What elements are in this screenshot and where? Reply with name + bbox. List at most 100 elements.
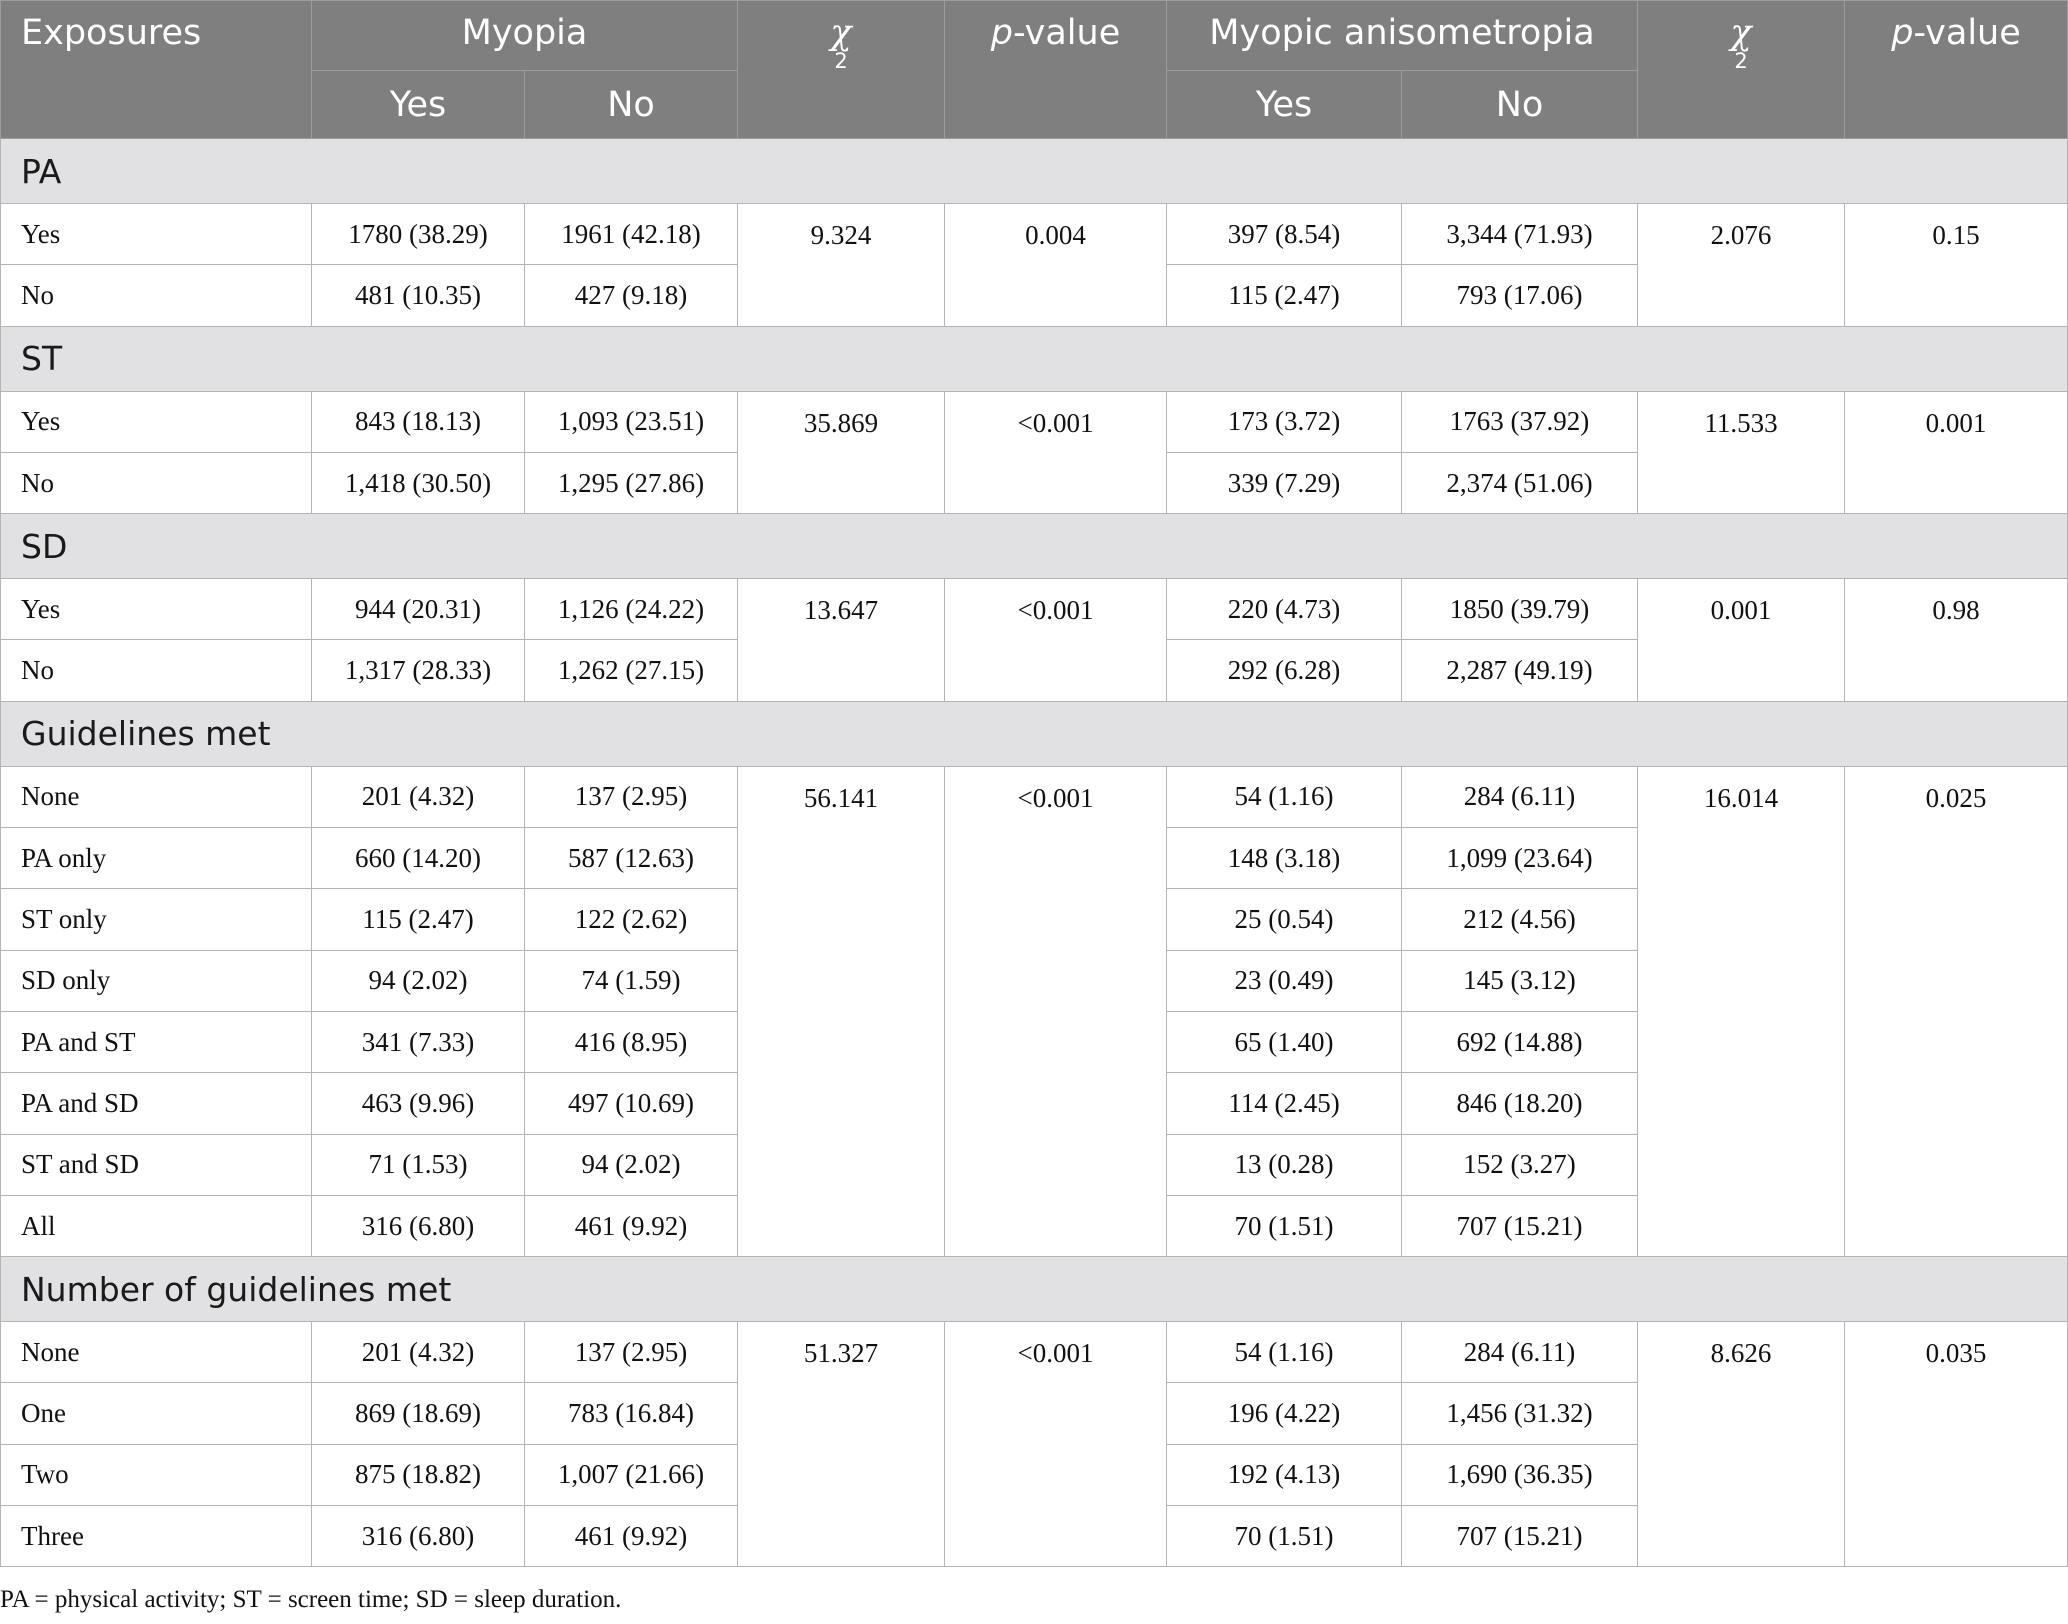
cell-myopia-no: 497 (10.69) xyxy=(524,1072,738,1135)
row-label: ST and SD xyxy=(0,1133,312,1196)
cell-myopia-no: 74 (1.59) xyxy=(524,949,738,1012)
cell-p-value-anisometropia: 0.001 xyxy=(1844,390,2068,515)
cell-chi-square-myopia: 56.141 xyxy=(737,765,945,1258)
cell-anisometropia-no: 152 (3.27) xyxy=(1400,1133,1639,1196)
cell-p-value-anisometropia: 0.035 xyxy=(1844,1321,2068,1568)
cell-myopia-yes: 1,317 (28.33) xyxy=(311,639,525,702)
cell-myopia-yes: 201 (4.32) xyxy=(311,765,525,829)
cell-anisometropia-yes: 25 (0.54) xyxy=(1166,888,1402,951)
cell-anisometropia-yes: 192 (4.13) xyxy=(1166,1443,1402,1507)
header-myopia-yes: Yes xyxy=(311,70,525,139)
cell-p-value-myopia: <0.001 xyxy=(944,1321,1167,1568)
cell-myopia-yes: 71 (1.53) xyxy=(311,1133,525,1196)
cell-myopia-no: 137 (2.95) xyxy=(524,765,738,829)
cell-p-value-anisometropia: 0.15 xyxy=(1844,203,2068,327)
row-label: All xyxy=(0,1194,312,1258)
row-label: Two xyxy=(0,1443,312,1507)
row-label: Yes xyxy=(0,390,312,453)
cell-myopia-no: 1,295 (27.86) xyxy=(524,451,738,515)
cell-anisometropia-no: 284 (6.11) xyxy=(1400,765,1639,829)
cell-anisometropia-yes: 23 (0.49) xyxy=(1166,949,1402,1012)
cell-myopia-no: 94 (2.02) xyxy=(524,1133,738,1196)
row-label: None xyxy=(0,765,312,829)
cell-p-value-myopia: <0.001 xyxy=(944,578,1167,702)
cell-anisometropia-yes: 70 (1.51) xyxy=(1166,1505,1402,1568)
cell-myopia-yes: 201 (4.32) xyxy=(311,1321,525,1384)
section-header-row: PA xyxy=(0,138,2068,204)
cell-p-value-anisometropia: 0.98 xyxy=(1844,578,2068,702)
cell-anisometropia-yes: 220 (4.73) xyxy=(1166,578,1402,641)
cell-anisometropia-yes: 54 (1.16) xyxy=(1166,765,1402,829)
header-chi-square-anisometropia: χ2 xyxy=(1637,0,1846,139)
cell-chi-square-myopia: 35.869 xyxy=(737,390,945,515)
section-title: Number of guidelines met xyxy=(0,1256,2068,1323)
cell-chi-square-myopia: 9.324 xyxy=(737,203,945,327)
cell-myopia-yes: 1,418 (30.50) xyxy=(311,451,525,515)
cell-anisometropia-yes: 13 (0.28) xyxy=(1166,1133,1402,1196)
cell-anisometropia-no: 2,287 (49.19) xyxy=(1400,639,1639,702)
header-p-value-myopia: p-value xyxy=(944,0,1167,139)
cell-myopia-no: 122 (2.62) xyxy=(524,888,738,951)
cell-myopia-yes: 316 (6.80) xyxy=(311,1505,525,1568)
row-label: No xyxy=(0,264,312,327)
cell-myopia-no: 461 (9.92) xyxy=(524,1194,738,1258)
cell-myopia-no: 416 (8.95) xyxy=(524,1010,738,1074)
cell-myopia-no: 137 (2.95) xyxy=(524,1321,738,1384)
section-title: SD xyxy=(0,513,2068,580)
cell-myopia-no: 427 (9.18) xyxy=(524,264,738,327)
header-p-value-anisometropia: p-value xyxy=(1844,0,2068,139)
table-row: None 201 (4.32) 137 (2.95) 51.327 <0.001 54 (… xyxy=(0,1321,2068,1568)
section-header-row: SD xyxy=(0,513,2068,580)
table-row: Yes 944 (20.31) 1,126 (24.22) 13.647 <0.001 2… xyxy=(0,578,2068,702)
cell-anisometropia-no: 2,374 (51.06) xyxy=(1400,451,1639,515)
cell-chi-square-anisometropia: 11.533 xyxy=(1637,390,1846,515)
cell-myopia-yes: 115 (2.47) xyxy=(311,888,525,951)
section-title: ST xyxy=(0,325,2068,392)
cell-anisometropia-yes: 339 (7.29) xyxy=(1166,451,1402,515)
row-label: SD only xyxy=(0,949,312,1012)
row-label: Yes xyxy=(0,202,312,266)
cell-anisometropia-yes: 397 (8.54) xyxy=(1166,202,1402,266)
cell-p-value-myopia: <0.001 xyxy=(944,765,1167,1258)
header-myopia-no: No xyxy=(524,70,738,139)
row-label: One xyxy=(0,1382,312,1445)
cell-anisometropia-no: 1850 (39.79) xyxy=(1400,578,1639,641)
cell-p-value-myopia: 0.004 xyxy=(944,203,1167,327)
cell-anisometropia-no: 1,690 (36.35) xyxy=(1400,1443,1639,1507)
header-anisometropia: Myopic anisometropia xyxy=(1165,0,1639,71)
p-rest: -value xyxy=(1913,13,2021,53)
cell-chi-square-anisometropia: 16.014 xyxy=(1637,765,1846,1258)
table-header: Exposures Myopia χ2 p-value Myopic aniso… xyxy=(0,0,2068,139)
row-label: ST only xyxy=(0,888,312,951)
section-header-row: Guidelines met xyxy=(0,700,2068,767)
cell-myopia-no: 587 (12.63) xyxy=(524,827,738,890)
cell-chi-square-anisometropia: 0.001 xyxy=(1637,578,1846,702)
cell-chi-square-anisometropia: 2.076 xyxy=(1637,203,1846,327)
cell-anisometropia-no: 846 (18.20) xyxy=(1400,1072,1639,1135)
cell-anisometropia-yes: 54 (1.16) xyxy=(1166,1321,1402,1384)
cell-anisometropia-yes: 292 (6.28) xyxy=(1166,639,1402,702)
row-label: PA and SD xyxy=(0,1072,312,1135)
cell-myopia-yes: 660 (14.20) xyxy=(311,827,525,890)
cell-anisometropia-no: 793 (17.06) xyxy=(1400,264,1639,327)
cell-anisometropia-yes: 173 (3.72) xyxy=(1166,390,1402,453)
cell-myopia-yes: 481 (10.35) xyxy=(311,264,525,327)
cell-anisometropia-yes: 115 (2.47) xyxy=(1166,264,1402,327)
table-row: None 201 (4.32) 137 (2.95) 56.141 <0.001 54 (… xyxy=(0,765,2068,1258)
cell-chi-square-myopia: 51.327 xyxy=(737,1321,945,1568)
row-label: No xyxy=(0,639,312,702)
cell-myopia-yes: 875 (18.82) xyxy=(311,1443,525,1507)
cell-myopia-no: 1961 (42.18) xyxy=(524,202,738,266)
cell-anisometropia-no: 1,099 (23.64) xyxy=(1400,827,1639,890)
cell-p-value-anisometropia: 0.025 xyxy=(1844,765,2068,1258)
cell-anisometropia-no: 212 (4.56) xyxy=(1400,888,1639,951)
table-row: Yes 843 (18.13) 1,093 (23.51) 35.869 <0.001 1… xyxy=(0,390,2068,515)
section-title: PA xyxy=(0,138,2068,204)
cell-myopia-no: 1,262 (27.15) xyxy=(524,639,738,702)
cell-anisometropia-no: 284 (6.11) xyxy=(1400,1321,1639,1384)
row-label: Yes xyxy=(0,578,312,641)
results-table: Exposures Myopia χ2 p-value Myopic aniso… xyxy=(0,0,2068,1568)
cell-myopia-yes: 869 (18.69) xyxy=(311,1382,525,1445)
chi-symbol: χ xyxy=(830,13,852,53)
cell-anisometropia-no: 707 (15.21) xyxy=(1400,1194,1639,1258)
